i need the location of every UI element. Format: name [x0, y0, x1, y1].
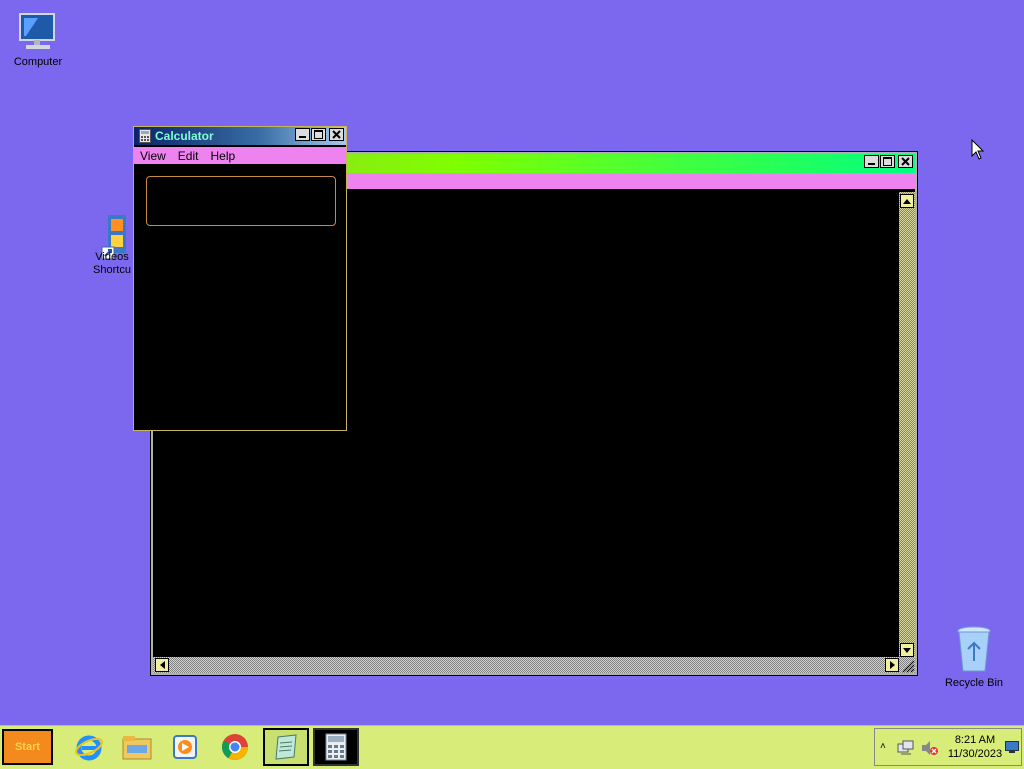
system-tray: ˄ 8:21 AM 11/30/2023	[874, 728, 1022, 766]
notepad-icon	[275, 734, 297, 760]
show-desktop-icon[interactable]	[1005, 741, 1019, 753]
desktop-icon-label: Recycle Bin	[944, 677, 1004, 689]
arrow-up-icon	[903, 198, 911, 204]
clock[interactable]: 8:21 AM 11/30/2023	[947, 733, 1003, 761]
close-button[interactable]	[898, 155, 913, 168]
desktop-icon-label: Computer	[13, 56, 63, 68]
calculator-title: Calculator	[155, 129, 214, 143]
desktop-icon-computer[interactable]: Computer	[3, 10, 73, 69]
taskbar-app-file-explorer[interactable]	[114, 728, 160, 766]
scroll-left-button[interactable]	[155, 658, 169, 672]
maximize-button[interactable]	[311, 128, 326, 141]
resize-grip[interactable]	[899, 657, 915, 673]
menu-view[interactable]: View	[134, 149, 172, 163]
scroll-right-button[interactable]	[885, 658, 899, 672]
desktop-icon-recycle-bin[interactable]: Recycle Bin	[939, 625, 1009, 690]
start-button[interactable]: Start	[2, 729, 53, 765]
media-player-icon	[173, 735, 197, 759]
menu-help[interactable]: Help	[204, 149, 241, 163]
taskbar-app-chrome[interactable]	[212, 728, 258, 766]
start-label: Start	[14, 741, 41, 753]
maximize-icon	[883, 157, 892, 166]
network-icon[interactable]	[897, 740, 915, 756]
scroll-down-button[interactable]	[900, 643, 914, 657]
calculator-icon	[139, 129, 151, 143]
arrow-right-icon	[889, 661, 895, 669]
chevron-up-icon[interactable]: ˄	[880, 741, 886, 752]
taskbar-app-notepad[interactable]	[263, 728, 309, 766]
taskbar-app-internet-explorer[interactable]	[66, 728, 112, 766]
calculator-window[interactable]: Calculator View Edit Help	[133, 126, 347, 431]
close-button[interactable]	[329, 128, 344, 141]
scroll-up-button[interactable]	[900, 194, 914, 208]
clock-date: 11/30/2023	[947, 748, 1003, 760]
maximize-button[interactable]	[880, 155, 895, 168]
speaker-muted-icon[interactable]	[921, 740, 939, 756]
minimize-button[interactable]	[864, 155, 879, 168]
arrow-down-icon	[903, 647, 911, 653]
folder-icon	[122, 736, 152, 760]
horizontal-scrollbar[interactable]	[153, 657, 899, 673]
taskbar-app-media-player[interactable]	[162, 728, 208, 766]
close-icon	[332, 130, 341, 139]
calculator-display	[146, 176, 336, 226]
computer-icon	[19, 13, 55, 49]
clock-time: 8:21 AM	[954, 734, 996, 746]
minimize-button[interactable]	[295, 128, 310, 141]
maximize-icon	[314, 130, 323, 139]
taskbar: Start ˄ 8:21 AM 11/30/2023	[0, 725, 1024, 769]
calculator-titlebar[interactable]: Calculator	[134, 127, 346, 145]
minimize-icon	[868, 163, 875, 165]
recycle-bin-icon	[957, 626, 991, 672]
taskbar-app-calculator[interactable]	[313, 728, 359, 766]
close-icon	[901, 157, 910, 166]
mouse-cursor-icon	[971, 139, 985, 160]
calculator-icon	[325, 733, 347, 761]
calculator-menubar: View Edit Help	[134, 147, 346, 164]
resize-grip-icon	[902, 660, 915, 673]
chrome-icon	[221, 734, 249, 761]
menu-edit[interactable]: Edit	[172, 149, 205, 163]
minimize-icon	[299, 136, 306, 138]
arrow-left-icon	[159, 661, 165, 669]
vertical-scrollbar[interactable]	[899, 192, 915, 657]
internet-explorer-icon	[75, 735, 103, 761]
